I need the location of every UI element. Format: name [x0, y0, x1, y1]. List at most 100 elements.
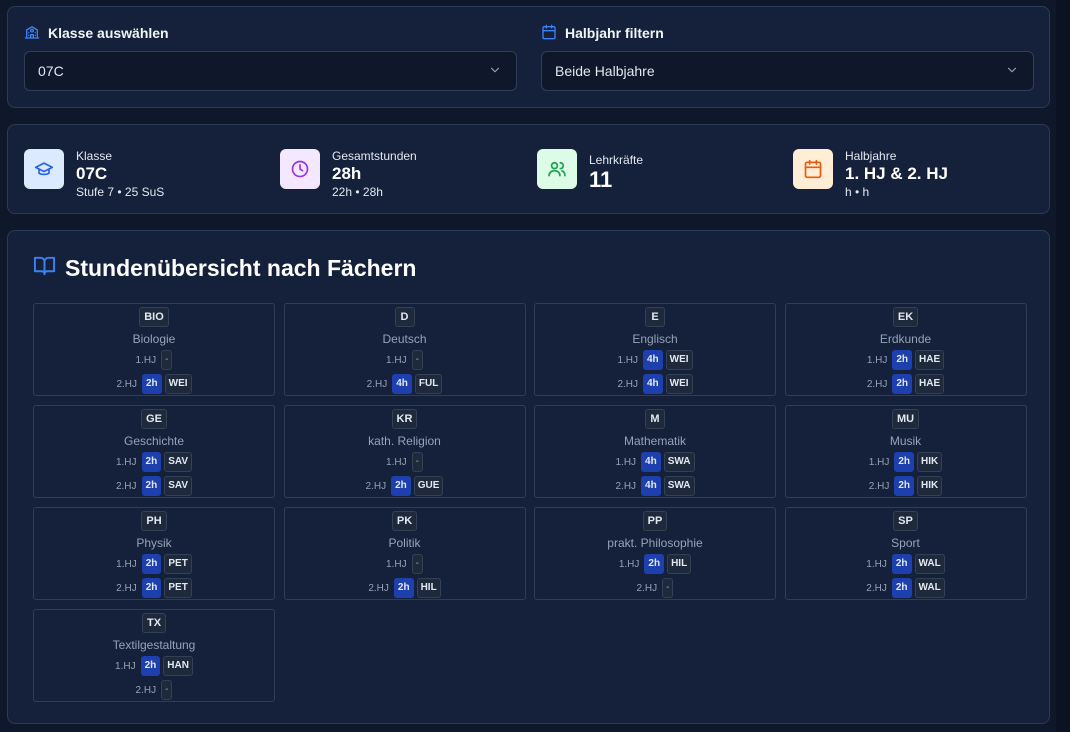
stat-halbjahre: Halbjahre 1. HJ & 2. HJ h • h — [793, 148, 948, 200]
subject-code-badge: KR — [391, 409, 418, 429]
hours-badge: 4h — [392, 374, 412, 394]
scrollbar-track[interactable] — [1056, 0, 1070, 732]
halbjahr-filter-label: Halbjahr filtern — [565, 25, 664, 41]
semester-row: 1.HJ 2h HAN — [115, 656, 193, 676]
semester-label: 1.HJ — [866, 558, 887, 570]
subject-name: Geschichte — [123, 434, 185, 448]
chevron-down-icon — [1005, 63, 1019, 80]
subject-card: GE Geschichte 1.HJ 2h SAV 2.HJ 2h SAV — [33, 405, 275, 498]
semester-row: 2.HJ 2h HAE — [867, 374, 945, 394]
semester-row: 2.HJ 2h HIK — [869, 476, 943, 496]
stat-sub: 22h • 28h — [332, 185, 383, 199]
semester-row: 1.HJ 4h WEI — [617, 350, 693, 370]
teacher-badge: HAN — [163, 656, 193, 676]
hours-badge: 2h — [894, 452, 914, 472]
stat-value: 11 — [589, 167, 613, 192]
subject-card: PK Politik 1.HJ - 2.HJ 2h HIL — [283, 507, 526, 600]
semester-label: 2.HJ — [615, 480, 637, 492]
semester-row: 1.HJ 2h HAE — [867, 350, 945, 370]
hours-badge: 2h — [891, 554, 912, 574]
clock-icon — [280, 149, 320, 189]
teacher-badge: WAL — [914, 554, 945, 574]
stat-sub: Stufe 7 • 25 SuS — [76, 185, 165, 199]
subject-card: M Mathematik 1.HJ 4h SWA 2.HJ 4h SWA — [534, 405, 776, 498]
semester-label: 2.HJ — [636, 582, 658, 594]
semester-label: 1.HJ — [135, 354, 157, 366]
semester-label: 2.HJ — [365, 480, 387, 492]
chevron-down-icon — [488, 63, 502, 80]
semester-row: 1.HJ - — [386, 554, 423, 574]
no-hours-badge: - — [161, 350, 173, 370]
book-open-icon — [33, 254, 56, 283]
stat-value: 1. HJ & 2. HJ — [845, 164, 948, 183]
subject-name: prakt. Philosophie — [607, 536, 703, 550]
teacher-badge: SWA — [663, 452, 695, 472]
subject-name: Physik — [136, 536, 172, 550]
teacher-badge: FUL — [414, 374, 443, 394]
subject-card: PP prakt. Philosophie 1.HJ 2h HIL 2.HJ - — [534, 507, 776, 600]
calendar-icon — [541, 24, 557, 43]
subject-name: Textilgestaltung — [112, 638, 196, 652]
hours-badge: 2h — [141, 554, 162, 574]
semester-row: 2.HJ 2h WEI — [116, 374, 192, 394]
semester-label: 1.HJ — [115, 456, 137, 468]
subject-name: Erdkunde — [879, 332, 932, 346]
stat-sub: h • h — [845, 185, 870, 199]
stat-klasse: Klasse 07C Stufe 7 • 25 SuS — [24, 148, 164, 200]
halbjahr-select[interactable]: Beide Halbjahre — [541, 51, 1034, 91]
semester-label: 1.HJ — [868, 456, 890, 468]
hours-badge: 2h — [393, 578, 414, 598]
stat-gesamtstunden: Gesamtstunden 28h 22h • 28h — [280, 148, 417, 200]
hours-badge: 4h — [641, 452, 661, 472]
semester-row: 2.HJ 2h GUE — [366, 476, 444, 496]
no-hours-badge: - — [411, 554, 423, 574]
hours-badge: 2h — [141, 476, 162, 496]
subject-name: Musik — [889, 434, 922, 448]
semester-row: 2.HJ - — [136, 680, 173, 700]
semester-row: 1.HJ 2h WAL — [866, 554, 945, 574]
teacher-badge: WAL — [914, 578, 945, 598]
subject-code-badge: D — [394, 307, 415, 327]
teacher-badge: WEI — [665, 350, 693, 370]
semester-row: 1.HJ - — [386, 452, 423, 472]
hours-badge: 2h — [140, 656, 161, 676]
semester-label: 1.HJ — [386, 354, 407, 366]
semester-row: 2.HJ 2h PET — [116, 578, 192, 598]
teacher-badge: GUE — [413, 476, 444, 496]
semester-label: 1.HJ — [615, 456, 637, 468]
subject-code-badge: PH — [141, 511, 167, 531]
semester-label: 1.HJ — [618, 558, 640, 570]
hours-badge: 2h — [891, 578, 912, 598]
klasse-select[interactable]: 07C — [24, 51, 517, 91]
hours-badge: 4h — [643, 350, 663, 370]
semester-row: 2.HJ 2h HIL — [368, 578, 441, 598]
semester-row: 1.HJ 2h SAV — [115, 452, 193, 472]
graduation-cap-icon — [24, 149, 64, 189]
filter-panel: Klasse auswählen 07C Halbjahr filtern Be… — [7, 6, 1050, 108]
subject-card: BIO Biologie 1.HJ - 2.HJ 2h WEI — [33, 303, 275, 396]
stat-value: 07C — [76, 164, 108, 183]
teacher-badge: SAV — [164, 476, 193, 496]
semester-label: 1.HJ — [617, 354, 638, 366]
subject-code-badge: M — [645, 409, 665, 429]
calendar-icon — [793, 149, 833, 189]
stat-label: Gesamtstunden — [332, 149, 417, 163]
semester-label: 2.HJ — [135, 684, 157, 696]
stat-label: Lehrkräfte — [589, 153, 644, 167]
subject-name: Politik — [388, 536, 421, 550]
subject-name: kath. Religion — [368, 434, 441, 448]
semester-label: 2.HJ — [617, 378, 638, 390]
subject-card: EK Erdkunde 1.HJ 2h HAE 2.HJ 2h HAE — [784, 303, 1027, 396]
semester-row: 2.HJ 2h WAL — [866, 578, 945, 598]
klasse-filter: Klasse auswählen 07C — [24, 24, 517, 91]
teacher-badge: WEI — [164, 374, 192, 394]
subject-grid: BIO Biologie 1.HJ -2.HJ 2h WEI D Deutsch 1.HJ -2.… — [33, 303, 1027, 702]
teacher-badge: HIL — [416, 578, 441, 598]
subject-card: E Englisch 1.HJ 4h WEI 2.HJ 4h WEI — [534, 303, 776, 396]
subjects-panel: Stundenübersicht nach Fächern BIO Biologi… — [7, 230, 1050, 724]
semester-label: 1.HJ — [115, 660, 136, 672]
subject-name: Deutsch — [382, 332, 427, 346]
semester-label: 2.HJ — [866, 582, 887, 594]
hours-badge: 4h — [643, 374, 663, 394]
stat-lehrkraefte: Lehrkräfte 11 — [537, 148, 643, 193]
